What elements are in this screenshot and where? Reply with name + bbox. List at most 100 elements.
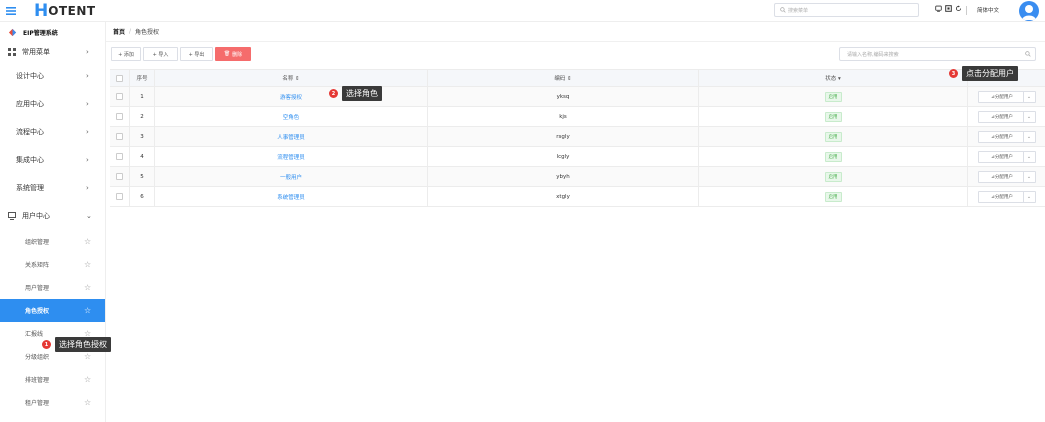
- role-name-link[interactable]: 一般用户: [280, 173, 302, 181]
- star-icon[interactable]: ☆: [84, 306, 91, 315]
- star-icon[interactable]: ☆: [84, 283, 91, 292]
- star-icon[interactable]: ☆: [84, 398, 91, 407]
- table-row: 4 流程管理员 lcgly 启用 ⊿分配用户 ⌄: [110, 147, 1045, 167]
- system-logo-icon: [8, 28, 17, 36]
- role-name-link[interactable]: 系统管理员: [277, 193, 305, 201]
- app-logo: H OTENT: [34, 1, 96, 21]
- row-op-cell: ⊿分配用户 ⌄: [968, 147, 1045, 166]
- assign-user-text: 分配用户: [994, 154, 1013, 160]
- trash-icon: 🗑: [223, 51, 231, 57]
- language-switch[interactable]: 简体中文: [977, 6, 999, 14]
- row-code: rsgly: [428, 127, 699, 146]
- assign-user-label: ⊿分配用户: [979, 194, 1023, 200]
- sidebar-subitem-org[interactable]: 组织管理 ☆: [0, 230, 105, 253]
- table-header-row: 序号 名称 ⇕ 编码 ⇕ 状态 ▾: [110, 69, 1045, 87]
- user-avatar[interactable]: [1019, 1, 1039, 21]
- select-all-checkbox[interactable]: [116, 74, 123, 82]
- sidebar-subitem-system[interactable]: 系统☆: [0, 414, 105, 422]
- chevron-down-icon[interactable]: ⌄: [1022, 191, 1035, 202]
- sidebar-subitem-matrix[interactable]: 关系矩阵 ☆: [0, 253, 105, 276]
- row-no: 4: [130, 147, 155, 166]
- fullscreen-icon[interactable]: [945, 5, 952, 12]
- role-name-link[interactable]: 人事管理员: [277, 133, 305, 141]
- assign-user-button[interactable]: ⊿分配用户 ⌄: [977, 190, 1036, 203]
- delete-button[interactable]: 🗑 删除: [215, 47, 251, 61]
- status-badge: 启用: [824, 91, 842, 102]
- header-code[interactable]: 编码 ⇕: [428, 70, 699, 86]
- step-number-badge: 1: [42, 340, 51, 349]
- refresh-icon[interactable]: [955, 5, 962, 12]
- chevron-down-icon[interactable]: ⌄: [1022, 171, 1035, 182]
- export-button[interactable]: + 导出: [180, 47, 213, 61]
- sidebar-item-flow[interactable]: 流程中心 ›: [0, 118, 105, 146]
- status-badge: 启用: [824, 131, 842, 142]
- assign-user-button[interactable]: ⊿分配用户 ⌄: [977, 150, 1036, 163]
- import-button[interactable]: + 导入: [143, 47, 178, 61]
- row-no: 3: [130, 127, 155, 146]
- grid-icon: [8, 48, 16, 56]
- row-status-cell: 启用: [699, 147, 968, 166]
- row-checkbox[interactable]: [116, 93, 123, 100]
- chevron-right-icon: ›: [86, 128, 89, 136]
- row-checkbox[interactable]: [116, 133, 123, 140]
- chevron-down-icon[interactable]: ⌄: [1022, 91, 1035, 102]
- sidebar-item-design[interactable]: 设计中心 ›: [0, 62, 105, 90]
- assign-user-button[interactable]: ⊿分配用户 ⌄: [977, 170, 1036, 183]
- chevron-down-icon[interactable]: ⌄: [1022, 111, 1035, 122]
- breadcrumb-home[interactable]: 首页: [113, 27, 125, 36]
- header-name[interactable]: 名称 ⇕: [155, 70, 428, 86]
- role-search-input[interactable]: 请输入名称,编码来搜索: [839, 47, 1036, 61]
- row-op-cell: ⊿分配用户 ⌄: [968, 107, 1045, 126]
- menu-search-input[interactable]: 搜索菜单: [774, 3, 919, 17]
- sidebar-item-user-center[interactable]: 用户中心 ⌄: [0, 202, 105, 230]
- row-check-cell: [110, 187, 130, 206]
- star-icon[interactable]: ☆: [84, 237, 91, 246]
- row-code: lcgly: [428, 147, 699, 166]
- assign-user-button[interactable]: ⊿分配用户 ⌄: [977, 110, 1036, 123]
- row-name-cell: 一般用户: [155, 167, 428, 186]
- search-icon: [780, 7, 786, 13]
- header-status[interactable]: 状态 ▾: [699, 70, 968, 86]
- row-status-cell: 启用: [699, 187, 968, 206]
- sidebar-subitem-role-auth[interactable]: 角色授权 ☆: [0, 299, 105, 322]
- star-icon[interactable]: ☆: [84, 352, 91, 361]
- star-icon[interactable]: ☆: [84, 260, 91, 269]
- assign-user-button[interactable]: ⊿分配用户 ⌄: [977, 90, 1036, 103]
- row-code: kjs: [428, 107, 699, 126]
- add-button[interactable]: + 添加: [111, 47, 141, 61]
- row-checkbox[interactable]: [116, 193, 123, 200]
- role-name-link[interactable]: 流程管理员: [277, 153, 305, 161]
- row-checkbox[interactable]: [116, 153, 123, 160]
- role-name-link[interactable]: 游客授权: [280, 93, 302, 101]
- search-icon[interactable]: [1025, 51, 1031, 57]
- system-title[interactable]: EIP管理系统: [0, 22, 105, 42]
- chevron-down-icon[interactable]: ⌄: [1022, 151, 1035, 162]
- assign-user-label: ⊿分配用户: [979, 154, 1023, 160]
- row-checkbox[interactable]: [116, 173, 123, 180]
- assign-user-text: 分配用户: [994, 94, 1013, 100]
- sidebar-item-integration[interactable]: 集成中心 ›: [0, 146, 105, 174]
- chevron-down-icon[interactable]: ⌄: [1022, 131, 1035, 142]
- sidebar-subitem-label: 角色授权: [25, 308, 50, 315]
- row-name-cell: 游客授权: [155, 87, 428, 106]
- sidebar-subitem-label: 用户管理: [25, 285, 50, 292]
- row-op-cell: ⊿分配用户 ⌄: [968, 87, 1045, 106]
- sidebar-item-common[interactable]: 常用菜单 ›: [0, 42, 105, 62]
- sidebar-item-app[interactable]: 应用中心 ›: [0, 90, 105, 118]
- menu-toggle-button[interactable]: [0, 0, 22, 22]
- assign-user-button[interactable]: ⊿分配用户 ⌄: [977, 130, 1036, 143]
- sidebar-item-system[interactable]: 系统管理 ›: [0, 174, 105, 202]
- message-icon[interactable]: [935, 5, 942, 12]
- status-badge: 启用: [824, 151, 842, 162]
- sidebar-subitem-schedule[interactable]: 排班管理 ☆: [0, 368, 105, 391]
- sidebar-subitem-user[interactable]: 用户管理 ☆: [0, 276, 105, 299]
- row-checkbox[interactable]: [116, 113, 123, 120]
- sidebar-subitem-tenant[interactable]: 租户管理 ☆: [0, 391, 105, 414]
- role-name-link[interactable]: 空角色: [283, 113, 300, 121]
- assign-user-label: ⊿分配用户: [979, 114, 1023, 120]
- logo-text: OTENT: [48, 3, 96, 18]
- select-all-cell: [110, 70, 130, 86]
- star-icon[interactable]: ☆: [84, 375, 91, 384]
- assign-user-label: ⊿分配用户: [979, 134, 1023, 140]
- sidebar-item-label: 应用中心: [16, 100, 44, 108]
